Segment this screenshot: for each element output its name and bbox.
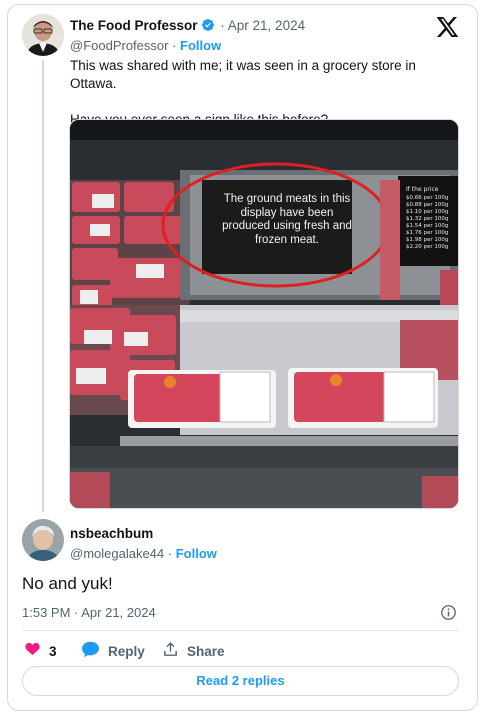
reply-timestamp[interactable]: 1:53 PM · Apr 21, 2024 bbox=[22, 605, 156, 620]
price-line: $1.76 per 100g bbox=[406, 230, 449, 236]
reply-label: Reply bbox=[108, 643, 145, 659]
like-count: 3 bbox=[49, 643, 57, 659]
price-line: $1.10 per 100g bbox=[406, 209, 449, 215]
reply-handle-separator: · bbox=[164, 546, 176, 561]
author-avatar[interactable] bbox=[22, 14, 64, 56]
price-line: $2.20 per 100g bbox=[406, 244, 449, 250]
price-line: $1.32 per 100g bbox=[406, 216, 449, 222]
photo-sign-text: The ground meats in this display have be… bbox=[222, 193, 352, 246]
price-line: $1.98 per 100g bbox=[406, 237, 449, 243]
share-button[interactable]: Share bbox=[162, 641, 225, 661]
price-line: $0.66 per 100g bbox=[406, 195, 449, 201]
author-handle-row: @FoodProfessor · Follow bbox=[70, 38, 221, 53]
author-name[interactable]: The Food Professor bbox=[70, 18, 198, 33]
author-handle[interactable]: @FoodProfessor bbox=[70, 38, 168, 53]
tweet-text-line-1: This was shared with me; it was seen in … bbox=[70, 58, 416, 91]
share-icon bbox=[162, 641, 187, 661]
verified-badge-icon bbox=[201, 18, 215, 35]
price-sign-title: If the price bbox=[406, 186, 439, 193]
tweet-date[interactable]: · Apr 21, 2024 bbox=[220, 18, 305, 33]
tweet-photo[interactable]: The ground meats in this display have be… bbox=[69, 119, 459, 509]
price-line: $0.88 per 100g bbox=[406, 202, 449, 208]
heart-icon bbox=[24, 641, 49, 661]
x-logo-icon[interactable] bbox=[436, 17, 459, 37]
reply-text: No and yuk! bbox=[22, 574, 113, 593]
thread-connector-line bbox=[42, 60, 44, 512]
reply-handle-row: @molegalake44 · Follow bbox=[70, 546, 217, 561]
follow-button[interactable]: Follow bbox=[180, 38, 221, 53]
reply-author-handle[interactable]: @molegalake44 bbox=[70, 546, 164, 561]
reply-follow-button[interactable]: Follow bbox=[176, 546, 217, 561]
reply-author-name[interactable]: nsbeachbum bbox=[70, 526, 153, 541]
reply-button[interactable]: Reply bbox=[81, 641, 145, 661]
photo-price-sign: If the price $0.66 per 100g $0.88 per 10… bbox=[406, 186, 456, 251]
reply-author-avatar[interactable] bbox=[22, 519, 64, 561]
handle-separator: · bbox=[168, 38, 181, 53]
price-line: $1.54 per 100g bbox=[406, 223, 449, 229]
reply-bubble-icon bbox=[81, 641, 108, 661]
share-label: Share bbox=[187, 643, 225, 659]
read-replies-button[interactable]: Read 2 replies bbox=[22, 666, 459, 696]
like-button[interactable]: 3 bbox=[24, 641, 57, 661]
author-name-row: The Food Professor · Apr 21, 2024 bbox=[70, 18, 305, 35]
info-icon[interactable] bbox=[440, 604, 457, 621]
actions-divider bbox=[22, 630, 459, 631]
